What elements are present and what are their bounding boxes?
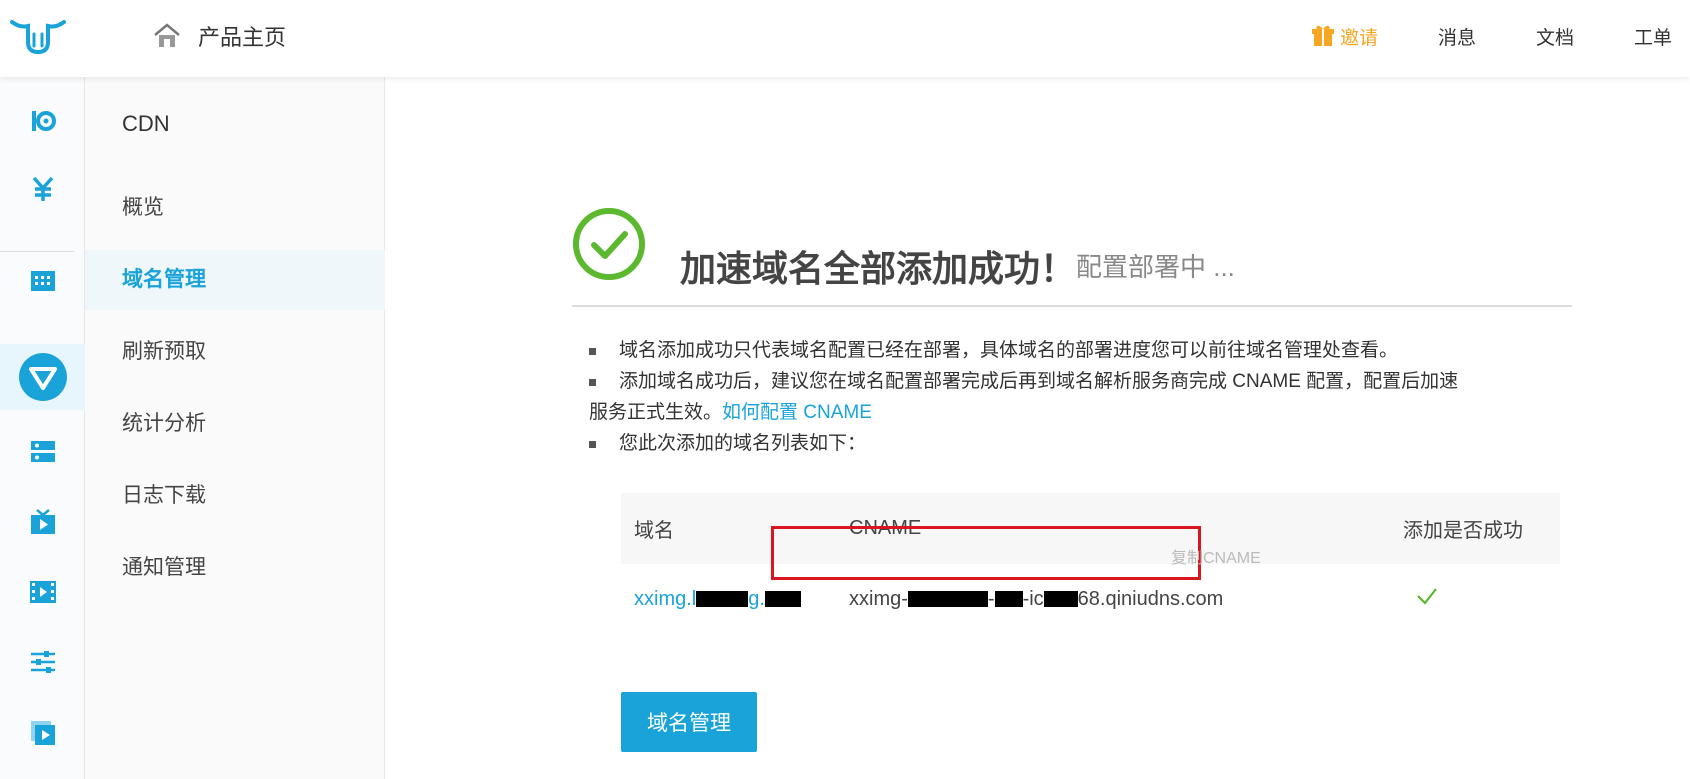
note-item: 添加域名成功后，建议您在域名配置部署完成后再到域名解析服务商完成 CNAME 配… <box>589 366 1549 428</box>
top-bar: 产品主页 邀请 消息 文档 工单 <box>0 0 1690 77</box>
rail-item-settings[interactable] <box>0 630 85 694</box>
rail-item-storage[interactable] <box>0 420 85 484</box>
cdn-icon <box>18 353 67 401</box>
rail-item-media[interactable] <box>0 701 85 765</box>
success-title: 加速域名全部添加成功！ <box>680 248 1077 289</box>
note-3-text: 您此次添加的域名列表如下： <box>619 433 867 454</box>
subnav-title: CDN <box>122 111 170 136</box>
top-right-menu: 邀请 消息 文档 工单 <box>1311 20 1672 52</box>
cname-part: 68.qiniudns.com <box>1077 587 1224 610</box>
copy-cname-link[interactable]: 复制CNAME <box>1171 544 1261 568</box>
success-cell <box>1403 584 1560 614</box>
settings-sliders-icon <box>30 651 55 673</box>
messages-link[interactable]: 消息 <box>1438 23 1476 50</box>
col-success: 添加是否成功 <box>1403 520 1523 542</box>
subnav-item-domain-management[interactable]: 域名管理 <box>85 250 385 310</box>
cname-part: xximg- <box>849 587 908 610</box>
billing-yen-icon <box>32 176 53 201</box>
subnav-item-statistics[interactable]: 统计分析 <box>85 394 385 454</box>
note-item: 域名添加成功只代表域名配置已经在部署，具体域名的部署进度您可以前往域名管理处查看… <box>589 335 1549 366</box>
live-icon <box>30 509 55 534</box>
note-2-text: 添加域名成功后，建议您在域名配置部署完成后再到域名解析服务商完成 CNAME 配… <box>619 371 1459 392</box>
divider <box>572 305 1572 307</box>
cname-cell: xximg- - -ic 68.qiniudns.com <box>837 588 1403 611</box>
main-content: 加速域名全部添加成功！ 配置部署中 ... 域名添加成功只代表域名配置已经在部署… <box>386 77 1690 779</box>
redaction-mark <box>907 591 988 608</box>
rail-item-cdn[interactable] <box>0 344 85 410</box>
subnav-item-refresh-prefetch[interactable]: 刷新预取 <box>85 322 385 382</box>
grid-icon <box>30 271 55 291</box>
note-1-text: 域名添加成功只代表域名配置已经在部署，具体域名的部署进度您可以前往域名管理处查看… <box>619 340 1399 361</box>
rail-item-billing[interactable] <box>0 157 85 221</box>
note-2-text-b: 服务正式生效。 <box>589 402 723 423</box>
rail-item-grid[interactable] <box>0 249 85 313</box>
tickets-link[interactable]: 工单 <box>1634 23 1672 50</box>
domain-cell: xximg.l g. <box>621 588 837 611</box>
kodo-icon <box>31 111 56 131</box>
redaction-mark <box>1043 591 1078 608</box>
domain-management-button[interactable]: 域名管理 <box>621 692 757 752</box>
invite-label: 邀请 <box>1339 27 1378 49</box>
deploy-status: 配置部署中 ... <box>1076 252 1235 282</box>
note-2-continuation: 服务正式生效。如何配置 CNAME <box>589 397 1549 428</box>
media-play-icon <box>30 721 55 745</box>
rail-item-kodo[interactable] <box>0 89 85 153</box>
product-home-label: 产品主页 <box>198 25 287 50</box>
rail-item-live[interactable] <box>0 490 85 554</box>
cdn-subnav: CDN 概览 域名管理 刷新预取 统计分析 日志下载 通知管理 <box>85 77 385 779</box>
cname-part: - <box>987 587 995 610</box>
notes-list: 域名添加成功只代表域名配置已经在部署，具体域名的部署进度您可以前往域名管理处查看… <box>589 335 1549 459</box>
video-icon <box>29 581 56 603</box>
gift-icon <box>1311 25 1334 46</box>
redaction-mark <box>696 591 749 608</box>
redaction-mark <box>764 591 801 608</box>
storage-icon <box>30 441 55 462</box>
invite-link[interactable]: 邀请 <box>1311 23 1378 50</box>
redaction-mark <box>994 591 1023 608</box>
home-icon <box>154 23 180 47</box>
subnav-item-overview[interactable]: 概览 <box>85 178 385 238</box>
how-to-configure-cname-link[interactable]: 如何配置 CNAME <box>722 402 872 423</box>
cname-part: -ic <box>1022 587 1044 610</box>
domain-link[interactable]: xximg.l g. <box>634 588 801 610</box>
product-rail <box>0 77 85 779</box>
note-item: 您此次添加的域名列表如下： <box>589 428 1549 459</box>
domain-part: xximg.l <box>634 587 697 610</box>
subnav-item-log-download[interactable]: 日志下载 <box>85 466 385 526</box>
docs-link[interactable]: 文档 <box>1536 23 1574 50</box>
qiniu-logo-icon[interactable] <box>10 18 66 56</box>
subnav-item-notifications[interactable]: 通知管理 <box>85 538 385 598</box>
rail-item-video[interactable] <box>0 560 85 624</box>
domain-part: g. <box>748 587 765 610</box>
success-check-circle-icon <box>573 208 645 280</box>
checkmark-icon <box>1417 588 1437 605</box>
cname-value: xximg- - -ic 68.qiniudns.com <box>849 588 1223 610</box>
annotation-highlight-box <box>771 526 1201 580</box>
product-home-link[interactable]: 产品主页 <box>152 20 286 52</box>
